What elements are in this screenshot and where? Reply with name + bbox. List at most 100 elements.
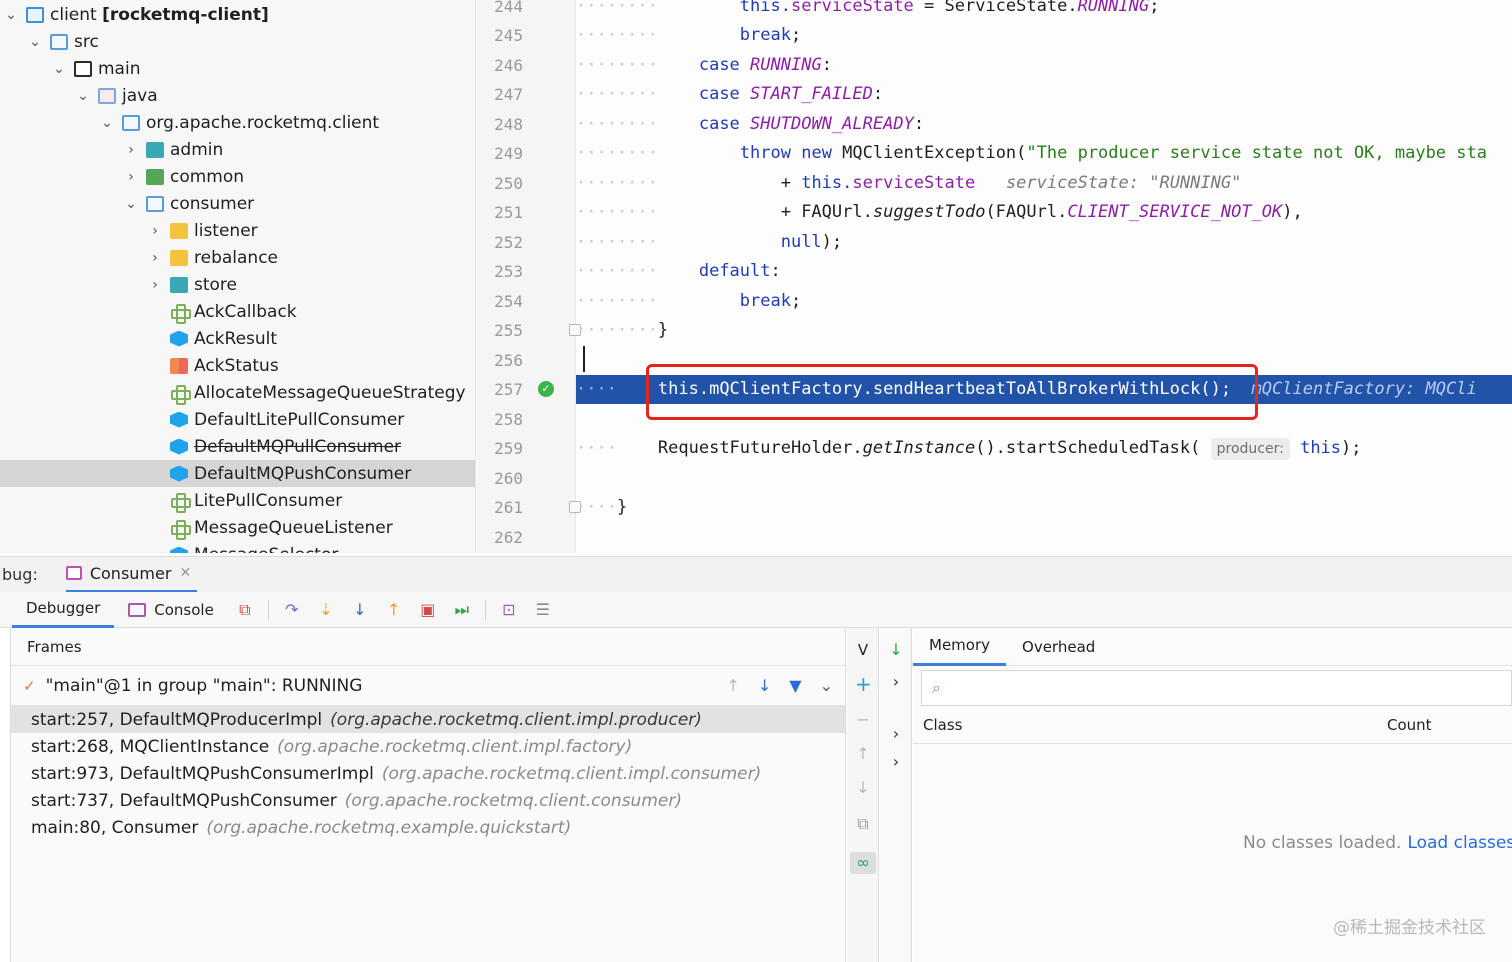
editor-gutter[interactable]: 244 245 246 247 248 249 250 251 252 253 … [477, 0, 581, 553]
tree-item-default-mq-push[interactable]: DefaultMQPushConsumer [0, 460, 475, 487]
chevron-down-icon[interactable]: ⌄ [74, 88, 92, 104]
tab-debugger[interactable]: Debugger [12, 592, 115, 628]
tree-label: AllocateMessageQueueStrategy [194, 382, 466, 403]
code-token: default [698, 261, 771, 281]
column-class[interactable]: Class [923, 716, 962, 734]
chevron-down-icon[interactable]: ⌄ [122, 196, 140, 212]
run-to-cursor-icon[interactable]: ⏭ [453, 600, 471, 619]
frame-row[interactable]: start:973, DefaultMQPushConsumerImpl (org… [11, 760, 845, 787]
line-number: 260 [494, 469, 523, 488]
evaluate-expression-icon[interactable]: ⊡ [500, 600, 518, 619]
code-line-254[interactable]: ········ break; [576, 287, 1512, 316]
code-line-249[interactable]: ········ throw new MQClientException("Th… [576, 139, 1512, 168]
tree-item-allocate-strategy[interactable]: AllocateMessageQueueStrategy [0, 379, 475, 406]
tree-item-default-lite-pull[interactable]: DefaultLitePullConsumer [0, 406, 475, 433]
tree-item-rebalance[interactable]: › rebalance [0, 244, 475, 271]
add-watch-icon[interactable]: + [855, 674, 872, 694]
frame-row[interactable]: main:80, Consumer (org.apache.rocketmq.ex… [11, 814, 845, 841]
chevron-right-icon[interactable]: › [888, 674, 904, 690]
breakpoint-check-icon[interactable]: ✓ [538, 381, 554, 397]
layout-icon[interactable]: ⧉ [236, 600, 254, 619]
tree-label-module: [rocketmq-client] [102, 4, 269, 25]
chevron-right-icon[interactable]: › [122, 169, 140, 185]
tree-item-ackresult[interactable]: AckResult [0, 325, 475, 352]
chevron-right-icon[interactable]: › [888, 754, 904, 770]
code-line-252[interactable]: ········ null); [576, 228, 1512, 257]
code-editor[interactable]: 244 245 246 247 248 249 250 251 252 253 … [477, 0, 1512, 553]
tree-label: consumer [170, 193, 255, 214]
tree-item-common[interactable]: › common [0, 163, 475, 190]
chevron-down-icon[interactable]: ⌄ [98, 115, 116, 131]
code-line-244[interactable]: ········ this.serviceState = ServiceStat… [576, 0, 1512, 21]
chevron-down-icon[interactable]: ⌄ [26, 34, 44, 50]
frame-row[interactable]: start:268, MQClientInstance (org.apache.r… [11, 733, 845, 760]
code-line-247[interactable]: ········ case START_FAILED: [576, 80, 1512, 109]
arrow-down-icon[interactable]: ↓ [758, 676, 771, 695]
code-line-250[interactable]: ········ + this.serviceState serviceStat… [576, 169, 1512, 198]
drop-frame-icon[interactable]: ▣ [419, 600, 437, 619]
code-line-251[interactable]: ········ + FAQUrl.suggestTodo(FAQUrl.CLI… [576, 198, 1512, 227]
code-line-253[interactable]: ········ default: [576, 257, 1512, 286]
step-out-icon[interactable]: ↑ [385, 600, 403, 619]
tree-item-package-client[interactable]: ⌄ org.apache.rocketmq.client [0, 109, 475, 136]
force-step-into-icon[interactable]: ↓ [351, 600, 369, 619]
code-token: + [780, 173, 802, 193]
tree-item-client[interactable]: ⌄ client [rocketmq-client] [0, 1, 475, 28]
tree-item-store[interactable]: › store [0, 271, 475, 298]
code-line-245[interactable]: ········ break; [576, 21, 1512, 50]
tree-item-default-mq-pull[interactable]: DefaultMQPullConsumer [0, 433, 475, 460]
close-icon[interactable]: ✕ [179, 565, 191, 581]
step-over-icon[interactable]: ↷ [283, 600, 301, 619]
tree-label-deprecated: DefaultMQPullConsumer [194, 436, 402, 457]
chevron-down-icon[interactable]: ⌄ [50, 61, 68, 77]
memory-search-input[interactable]: ⌕ [921, 670, 1512, 706]
tree-item-ackstatus[interactable]: AckStatus [0, 352, 475, 379]
tree-item-admin[interactable]: › admin [0, 136, 475, 163]
arrow-down-icon[interactable]: ↓ [888, 642, 904, 658]
tree-item-consumer[interactable]: ⌄ consumer [0, 190, 475, 217]
trace-icon[interactable]: ☰ [534, 600, 552, 619]
debug-session-tab[interactable]: Consumer ✕ [65, 557, 198, 593]
chevron-right-icon[interactable]: › [146, 277, 164, 293]
tree-item-listener[interactable]: › listener [0, 217, 475, 244]
frame-row[interactable]: start:737, DefaultMQPushConsumer (org.apa… [11, 787, 845, 814]
variables-tree: ↓ › › › [880, 628, 912, 962]
chevron-right-icon[interactable]: › [122, 142, 140, 158]
tree-item-ackcallback[interactable]: AckCallback [0, 298, 475, 325]
package-icon [170, 249, 188, 266]
execution-line-257[interactable]: ···· this.mQClientFactory.sendHeartbeatT… [576, 375, 1512, 404]
arrow-down-icon[interactable]: ↓ [855, 780, 871, 796]
column-count[interactable]: Count [1387, 716, 1432, 734]
filter-icon[interactable]: ▼ [789, 676, 801, 695]
copy-icon[interactable]: ⧉ [855, 816, 871, 832]
tree-item-lite-pull[interactable]: LitePullConsumer [0, 487, 475, 514]
tab-console[interactable]: Console [114, 592, 228, 628]
tree-item-mq-listener[interactable]: MessageQueueListener [0, 514, 475, 541]
code-token: break [739, 25, 791, 45]
tab-memory[interactable]: Memory [913, 628, 1007, 666]
code-line-248[interactable]: ········ case SHUTDOWN_ALREADY: [576, 110, 1512, 139]
chevron-down-icon[interactable]: ⌄ [2, 7, 20, 23]
chevron-right-icon[interactable]: › [888, 726, 904, 742]
memory-tabs: Memory Overhead [913, 628, 1512, 666]
tree-item-src[interactable]: ⌄ src [0, 28, 475, 55]
tree-item-main[interactable]: ⌄ main [0, 55, 475, 82]
chevron-right-icon[interactable]: › [146, 250, 164, 266]
frame-row[interactable]: start:257, DefaultMQProducerImpl (org.apa… [11, 706, 845, 733]
thread-selector[interactable]: ✓ "main"@1 in group "main": RUNNING ↑ ↓ … [11, 666, 845, 706]
glasses-icon[interactable]: ∞ [850, 852, 876, 874]
code-line-261[interactable]: ····} [576, 493, 1512, 522]
code-line-259[interactable]: ···· RequestFutureHolder.getInstance().s… [576, 434, 1512, 463]
arrow-up-icon[interactable]: ↑ [855, 746, 871, 762]
arrow-up-icon[interactable]: ↑ [726, 676, 739, 695]
tree-item-message-selector[interactable]: MessageSelector [0, 541, 475, 553]
load-classes-link[interactable]: Load classes [1407, 833, 1512, 853]
code-line-255[interactable]: ········} [576, 316, 1512, 345]
tab-overhead[interactable]: Overhead [1006, 628, 1111, 666]
step-into-icon[interactable]: ⇣ [317, 600, 335, 619]
remove-icon[interactable]: − [855, 712, 871, 728]
tree-item-java[interactable]: ⌄ java [0, 82, 475, 109]
chevron-down-icon[interactable]: ⌄ [820, 676, 833, 695]
chevron-right-icon[interactable]: › [146, 223, 164, 239]
code-line-246[interactable]: ········ case RUNNING: [576, 51, 1512, 80]
